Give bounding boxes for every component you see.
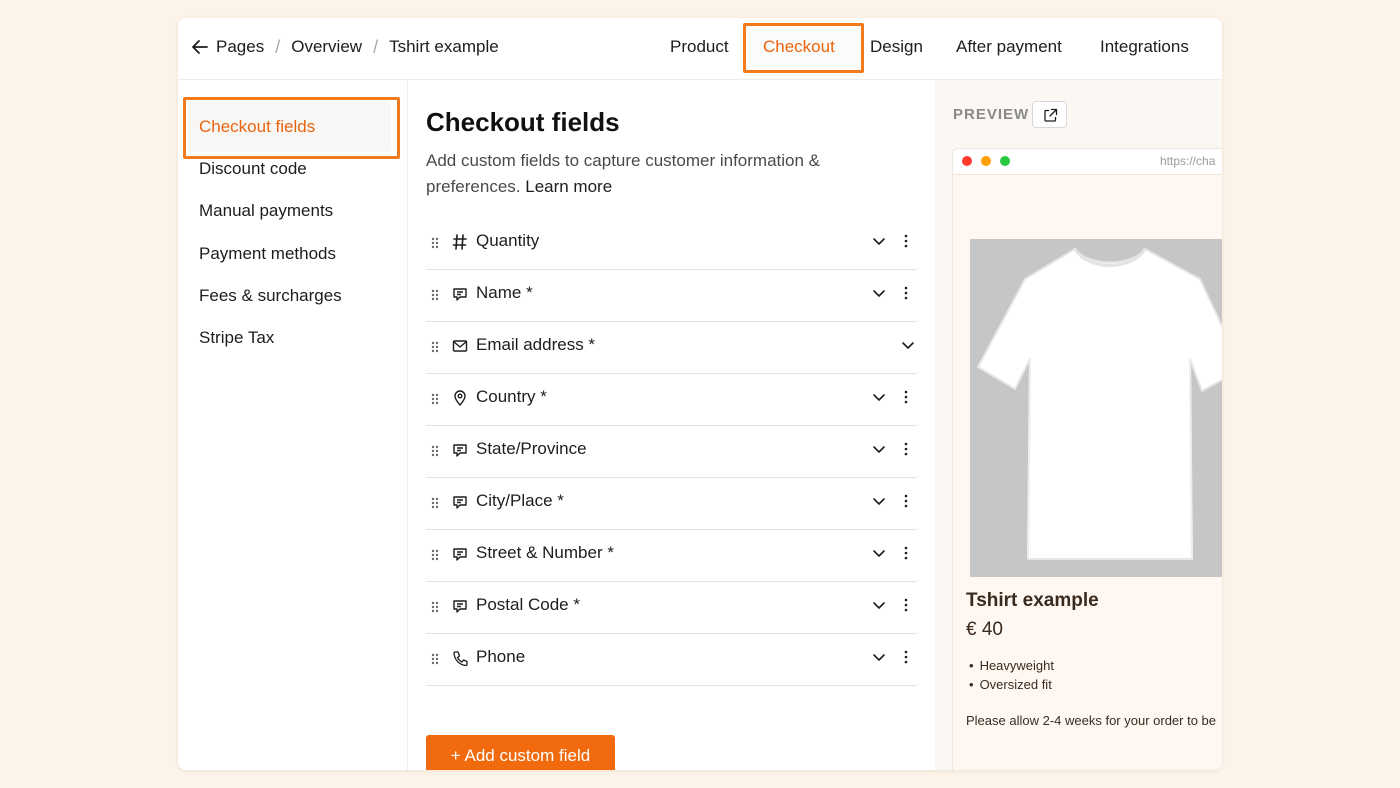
tshirt-image [977,248,1222,560]
tab-after-payment[interactable]: After payment [956,34,1062,60]
drag-handle-icon[interactable] [430,652,440,666]
product-features: Heavyweight Oversized fit [969,656,1054,694]
sidebar-item-checkout-fields[interactable]: Checkout fields [199,115,315,139]
tab-checkout[interactable]: Checkout [763,34,835,60]
drag-handle-icon[interactable] [430,600,440,614]
preview-panel: PREVIEW https://cha Tshirt example € 40 … [935,80,1222,770]
field-label: Postal Code * [476,595,580,614]
message-icon [453,288,467,301]
product-image [970,239,1222,577]
field-label: Country * [476,387,547,406]
drag-handle-icon[interactable] [430,496,440,510]
sidebar: Checkout fields Discount code Manual pay… [178,80,408,770]
sidebar-item-payment-methods[interactable]: Payment methods [199,242,336,266]
sidebar-item-discount-code[interactable]: Discount code [199,157,307,181]
app-window: Pages / Overview / Tshirt example Produc… [178,18,1222,770]
tab-product[interactable]: Product [670,34,729,60]
feature-item: Oversized fit [969,675,1054,694]
more-options-icon[interactable] [904,494,908,508]
message-icon [453,444,467,457]
drag-handle-icon[interactable] [430,340,440,354]
page-title: Checkout fields [426,107,620,137]
message-icon [453,548,467,561]
chevron-down-icon[interactable] [872,289,886,299]
sidebar-item-manual-payments[interactable]: Manual payments [199,199,333,223]
more-options-icon[interactable] [904,442,908,456]
chevron-down-icon[interactable] [872,393,886,403]
hash-icon [452,234,467,250]
preview-label: PREVIEW [953,106,1030,123]
breadcrumb-overview[interactable]: Overview [291,37,362,57]
tab-design[interactable]: Design [870,34,923,60]
breadcrumb-pages[interactable]: Pages [216,37,264,57]
arrow-left-icon[interactable] [189,36,211,58]
preview-url: https://cha [1160,154,1216,168]
product-price: € 40 [966,619,1003,640]
main-content: Checkout fields Add custom fields to cap… [409,80,934,770]
message-icon [453,496,467,509]
field-label: Email address * [476,335,596,354]
mail-icon [452,340,468,352]
message-icon [453,600,467,613]
field-label: Name * [476,283,533,302]
sidebar-item-fees-surcharges[interactable]: Fees & surcharges [199,284,342,308]
top-bar: Pages / Overview / Tshirt example Produc… [178,18,1222,80]
sidebar-item-stripe-tax[interactable]: Stripe Tax [199,326,274,350]
location-pin-icon [454,390,466,406]
chevron-down-icon[interactable] [872,445,886,455]
field-row[interactable]: State/Province [426,426,917,478]
external-link-icon [1044,108,1058,122]
tab-integrations[interactable]: Integrations [1100,34,1189,60]
field-label: State/Province [476,439,587,458]
feature-item: Heavyweight [969,656,1054,675]
product-title: Tshirt example [966,590,1099,611]
field-label: City/Place * [476,491,564,510]
field-row[interactable]: Phone [426,634,917,686]
drag-handle-icon[interactable] [430,236,440,250]
chevron-down-icon[interactable] [872,549,886,559]
open-preview-button[interactable] [1032,101,1067,128]
drag-handle-icon[interactable] [430,392,440,406]
learn-more-link[interactable]: Learn more [525,177,612,196]
more-options-icon[interactable] [904,234,908,248]
more-options-icon[interactable] [904,390,908,404]
drag-handle-icon[interactable] [430,548,440,562]
field-label: Phone [476,647,526,666]
drag-handle-icon[interactable] [430,444,440,458]
field-label: Quantity [476,231,540,250]
delivery-note: Please allow 2-4 weeks for your order to… [966,713,1217,728]
chevron-down-icon[interactable] [872,237,886,247]
breadcrumb: Pages / Overview / Tshirt example [216,34,499,60]
more-options-icon[interactable] [904,650,908,664]
description-text: Add custom fields to capture customer in… [426,151,821,196]
more-options-icon[interactable] [904,546,908,560]
field-row[interactable]: Name * [426,270,917,322]
more-options-icon[interactable] [904,286,908,300]
chevron-down-icon[interactable] [872,497,886,507]
field-row[interactable]: Postal Code * [426,582,917,634]
breadcrumb-current: Tshirt example [389,37,499,56]
field-row[interactable]: Email address * [426,322,917,374]
breadcrumb-separator: / [373,36,379,57]
breadcrumb-separator: / [275,36,281,57]
field-row[interactable]: Quantity [426,218,917,270]
field-row[interactable]: Country * [426,374,917,426]
maximize-dot-icon [1000,156,1010,166]
browser-preview: https://cha Tshirt example € 40 Heavywei… [952,148,1222,770]
chevron-down-icon[interactable] [872,601,886,611]
add-custom-field-button[interactable]: + Add custom field [426,735,615,770]
phone-icon [453,651,468,667]
drag-handle-icon[interactable] [430,288,440,302]
field-row[interactable]: Street & Number * [426,530,917,582]
more-options-icon[interactable] [904,598,908,612]
field-label: Street & Number * [476,543,614,562]
chevron-down-icon[interactable] [872,653,886,663]
field-row[interactable]: City/Place * [426,478,917,530]
close-dot-icon [962,156,972,166]
minimize-dot-icon [981,156,991,166]
browser-bar: https://cha [953,149,1222,175]
page-description: Add custom fields to capture customer in… [426,148,866,200]
chevron-down-icon[interactable] [901,341,915,351]
field-list: Quantity Name * Email address * Country … [426,218,917,686]
